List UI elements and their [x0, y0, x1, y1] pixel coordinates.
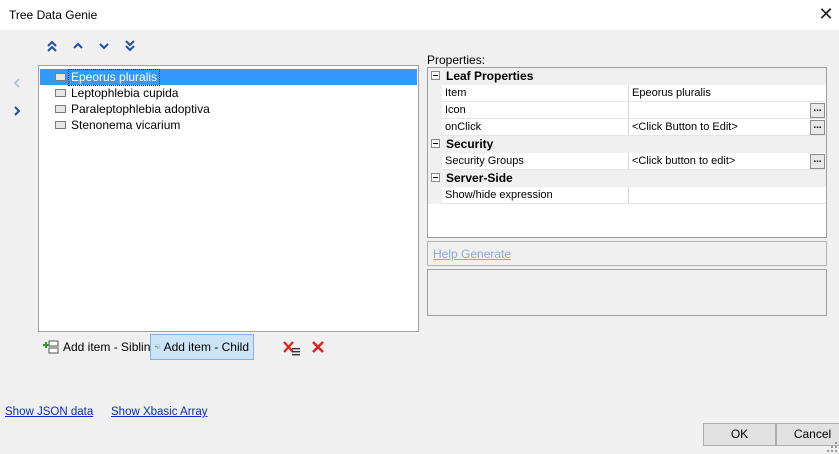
category-label: Leaf Properties: [446, 69, 534, 83]
properties-label: Properties:: [427, 53, 486, 67]
title-bar: [0, 0, 839, 30]
chevron-up-icon: [73, 42, 83, 49]
property-name: Show/hide expression: [445, 189, 553, 201]
close-icon[interactable]: ✕: [815, 4, 837, 24]
tree-panel[interactable]: Epeorus pluralis Leptophlebia cupida Par…: [38, 65, 419, 332]
property-row-item[interactable]: Item Epeorus pluralis: [428, 85, 826, 102]
tree-item-label: Leptophlebia cupida: [71, 85, 179, 100]
add-sibling-label: Add item - Sibling: [63, 340, 158, 354]
chevron-down-icon: [99, 43, 109, 50]
help-generate-box: Help Generate: [427, 241, 827, 266]
category-label: Server-Side: [446, 171, 513, 185]
property-name: Security Groups: [445, 155, 524, 167]
ellipsis-button[interactable]: ...: [810, 154, 825, 169]
leaf-icon: [55, 121, 66, 129]
add-child-icon: [155, 344, 160, 349]
move-down-button[interactable]: [95, 40, 113, 56]
tree-item[interactable]: Epeorus pluralis: [55, 68, 161, 86]
leaf-icon: [55, 89, 66, 97]
property-grid[interactable]: Leaf Properties Item Epeorus pluralis Ic…: [427, 67, 827, 238]
property-name: Icon: [445, 104, 466, 116]
help-generate-link[interactable]: Help Generate: [433, 247, 511, 261]
tree-item[interactable]: Paraleptophlebia adoptiva: [55, 101, 212, 117]
property-value[interactable]: Epeorus pluralis: [632, 87, 711, 99]
property-value[interactable]: <Click Button to Edit>: [632, 121, 738, 133]
ellipsis-button[interactable]: ...: [810, 120, 825, 135]
chevron-left-icon: [13, 78, 20, 88]
description-box: [427, 269, 827, 316]
add-sibling-icon: [43, 340, 59, 354]
category-server-side[interactable]: Server-Side: [428, 170, 826, 187]
indent-button[interactable]: [8, 105, 26, 121]
chevron-right-icon: [14, 106, 21, 116]
double-chevron-down-icon: [125, 40, 135, 52]
property-row-show-hide[interactable]: Show/hide expression: [428, 187, 826, 204]
outdent-button[interactable]: [8, 77, 26, 93]
delete-list-icon: [283, 341, 300, 356]
category-label: Security: [446, 137, 494, 151]
show-json-link[interactable]: Show JSON data: [5, 406, 93, 418]
tree-item-label: Stenonema vicarium: [71, 117, 181, 132]
property-row-security-groups[interactable]: Security Groups <Click button to edit> .…: [428, 153, 826, 170]
add-sibling-button[interactable]: Add item - Sibling: [38, 334, 162, 360]
move-to-bottom-button[interactable]: [121, 40, 139, 56]
collapse-icon[interactable]: [431, 139, 440, 148]
delete-all-button[interactable]: [283, 340, 301, 356]
property-name: Item: [445, 87, 467, 99]
leaf-icon: [55, 105, 66, 113]
add-child-button[interactable]: Add item - Child: [150, 334, 254, 360]
move-to-top-button[interactable]: [43, 40, 61, 56]
property-row-onclick[interactable]: onClick <Click Button to Edit> ...: [428, 119, 826, 136]
add-child-label: Add item - Child: [163, 340, 249, 354]
collapse-icon[interactable]: [431, 71, 440, 80]
tree-item-label: Paraleptophlebia adoptiva: [71, 101, 210, 116]
collapse-icon[interactable]: [431, 173, 440, 182]
property-name: onClick: [445, 121, 482, 133]
leaf-icon: [55, 73, 66, 81]
move-up-button[interactable]: [69, 40, 87, 56]
show-xbasic-link[interactable]: Show Xbasic Array: [111, 406, 208, 418]
property-value[interactable]: <Click button to edit>: [632, 155, 735, 167]
tree-item[interactable]: Leptophlebia cupida: [55, 85, 180, 101]
delete-item-button[interactable]: [311, 340, 325, 354]
resize-grip-icon[interactable]: [826, 441, 838, 453]
tree-item-label: Epeorus pluralis: [67, 68, 161, 86]
property-row-icon[interactable]: Icon ...: [428, 102, 826, 119]
category-leaf-properties[interactable]: Leaf Properties: [428, 68, 826, 85]
ellipsis-button[interactable]: ...: [810, 103, 825, 118]
double-chevron-up-icon: [47, 40, 57, 52]
window-title: Tree Data Genie: [9, 8, 98, 22]
delete-icon: [312, 341, 324, 353]
ok-button[interactable]: OK: [703, 423, 776, 446]
tree-item[interactable]: Stenonema vicarium: [55, 117, 182, 133]
category-security[interactable]: Security: [428, 136, 826, 153]
